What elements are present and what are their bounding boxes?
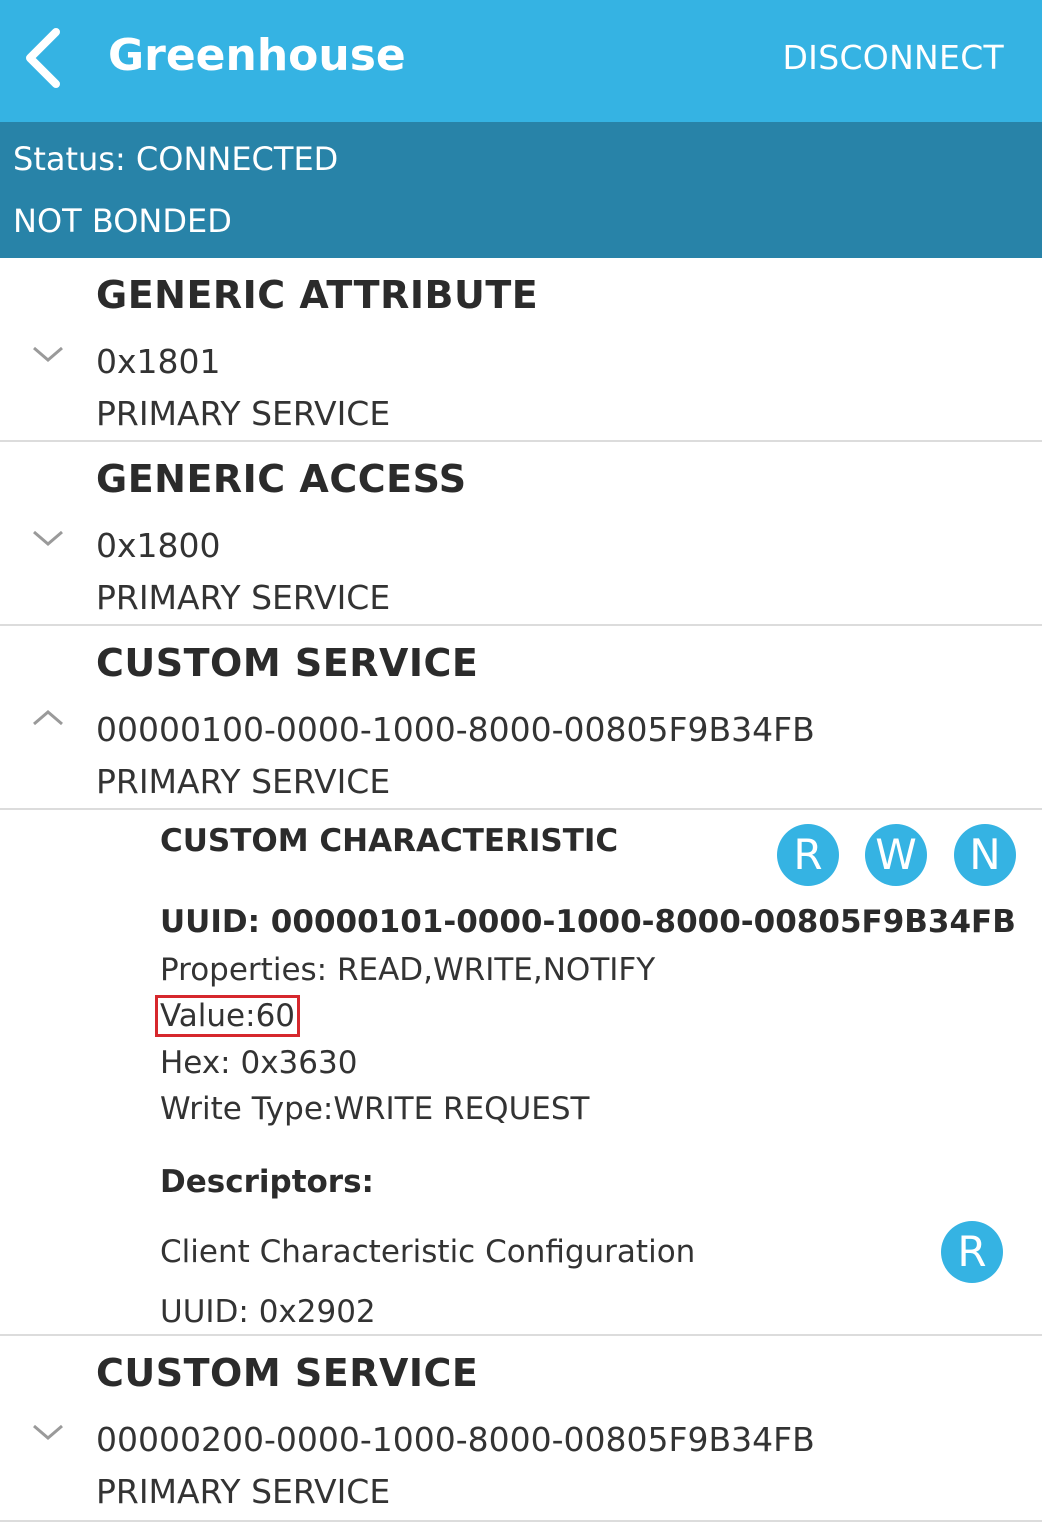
characteristic-value-row: Value:60 (155, 995, 301, 1037)
service-uuid: 00000100-0000-1000-8000-00805F9B34FB (96, 710, 815, 749)
service-type: PRIMARY SERVICE (96, 762, 391, 801)
read-button[interactable]: R (777, 824, 839, 886)
chevron-down-icon[interactable] (30, 342, 66, 366)
connection-status-bar: Status: CONNECTED NOT BONDED (0, 122, 1042, 258)
service-type: PRIMARY SERVICE (96, 578, 391, 617)
descriptor-uuid: UUID: 0x2902 (160, 1294, 376, 1330)
chevron-down-icon[interactable] (30, 1420, 66, 1444)
service-item-generic-access[interactable]: GENERIC ACCESS 0x1800 PRIMARY SERVICE (0, 442, 1042, 626)
service-name: CUSTOM SERVICE (96, 1351, 479, 1395)
service-item-custom-service-100[interactable]: CUSTOM SERVICE 00000100-0000-1000-8000-0… (0, 626, 1042, 810)
chevron-up-icon[interactable] (30, 706, 66, 730)
service-type: PRIMARY SERVICE (96, 1472, 391, 1511)
characteristic-write-type: Write Type:WRITE REQUEST (160, 1091, 590, 1127)
back-button[interactable] (18, 24, 74, 92)
characteristic-value: Value:60 (155, 995, 301, 1037)
descriptor-name: Client Characteristic Configuration (160, 1234, 696, 1270)
service-item-generic-attribute[interactable]: GENERIC ATTRIBUTE 0x1801 PRIMARY SERVICE (0, 258, 1042, 442)
service-name: GENERIC ACCESS (96, 457, 467, 501)
chevron-down-icon[interactable] (30, 526, 66, 550)
notify-button[interactable]: N (954, 824, 1016, 886)
service-uuid: 0x1800 (96, 526, 221, 565)
service-name: CUSTOM SERVICE (96, 641, 479, 685)
service-name: GENERIC ATTRIBUTE (96, 273, 539, 317)
service-uuid: 0x1801 (96, 342, 221, 381)
page-title: Greenhouse (108, 30, 406, 81)
characteristic-hex: Hex: 0x3630 (160, 1045, 358, 1081)
chevron-left-icon (26, 28, 60, 88)
service-item-custom-service-200[interactable]: CUSTOM SERVICE 00000200-0000-1000-8000-0… (0, 1336, 1042, 1522)
connection-status: Status: CONNECTED (13, 140, 339, 178)
service-uuid: 00000200-0000-1000-8000-00805F9B34FB (96, 1420, 815, 1459)
characteristic-name: CUSTOM CHARACTERISTIC (160, 823, 619, 859)
write-button[interactable]: W (865, 824, 927, 886)
app-bar: Greenhouse DISCONNECT (0, 0, 1042, 122)
bond-status: NOT BONDED (13, 202, 232, 240)
characteristic-uuid: UUID: 00000101-0000-1000-8000-00805F9B34… (160, 904, 1016, 940)
descriptors-heading: Descriptors: (160, 1164, 374, 1200)
service-type: PRIMARY SERVICE (96, 394, 391, 433)
characteristic-properties: Properties: READ,WRITE,NOTIFY (160, 952, 656, 988)
disconnect-button[interactable]: DISCONNECT (782, 36, 1004, 80)
descriptor-read-button[interactable]: R (941, 1221, 1003, 1283)
